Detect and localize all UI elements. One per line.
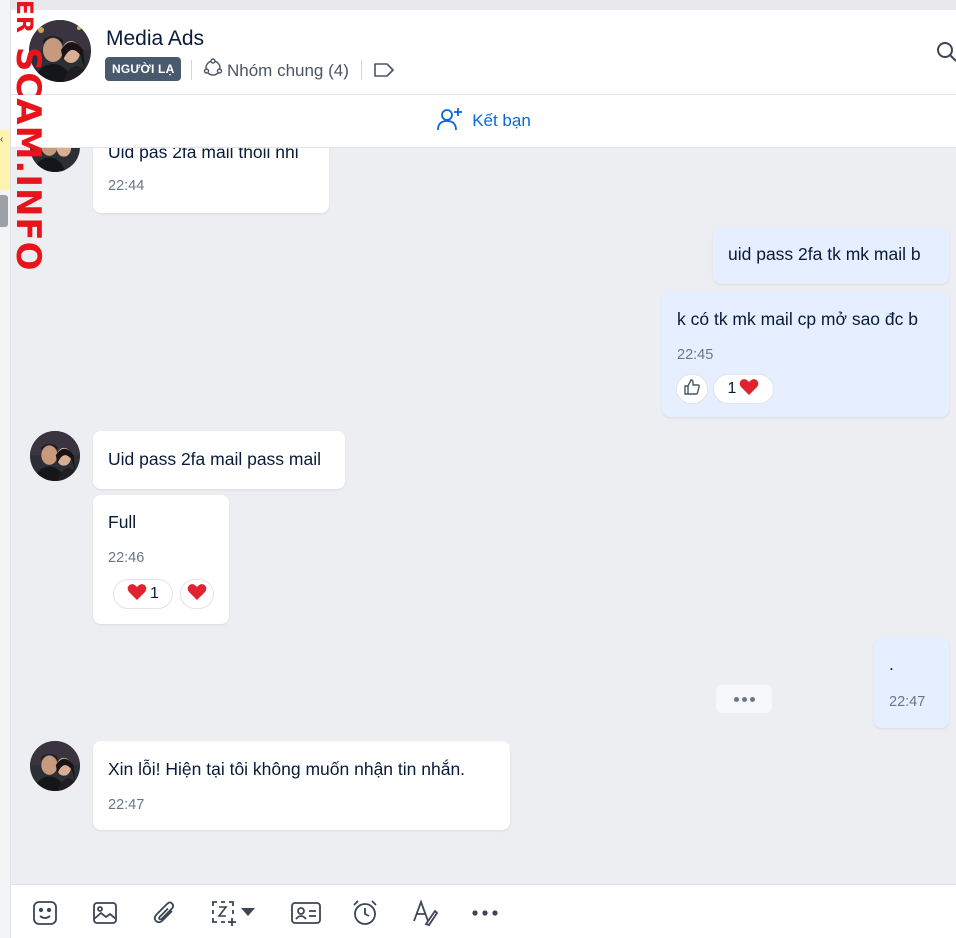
screenshot-icon[interactable]: [210, 898, 266, 928]
group-icon: [203, 58, 223, 83]
more-icon[interactable]: [470, 898, 500, 928]
attachment-icon[interactable]: [150, 898, 180, 928]
chat-header: Media Ads NGƯỜI LẠ Nhóm chung (4): [11, 10, 956, 95]
search-icon[interactable]: [935, 40, 956, 69]
message-bubble[interactable]: Xin lỗi! Hiện tại tôi không muốn nhận ti…: [93, 741, 510, 830]
divider: [361, 60, 362, 80]
add-friend-button[interactable]: Kết bạn: [436, 106, 531, 137]
left-side-strip: ‹: [0, 0, 11, 938]
more-dot: [741, 696, 747, 702]
message-bubble[interactable]: uid pass 2fa tk mk mail b: [713, 227, 949, 284]
tag-icon[interactable]: [373, 62, 395, 83]
reminder-icon[interactable]: [350, 898, 380, 928]
add-friend-bar: Kết bạn: [11, 95, 956, 148]
stranger-badge: NGƯỜI LẠ: [105, 57, 182, 81]
message-text: uid pass 2fa tk mk mail b: [728, 244, 921, 264]
chevron-down-icon[interactable]: [240, 904, 256, 922]
reaction-count-label: 1: [727, 380, 737, 397]
sticker-icon[interactable]: [30, 898, 60, 928]
image-icon[interactable]: [90, 898, 120, 928]
message-time: 22:46: [108, 550, 145, 566]
contact-name[interactable]: Media Ads: [106, 27, 204, 51]
more-dot: [749, 696, 755, 702]
like-reaction-button[interactable]: [676, 374, 708, 404]
common-groups-label: Nhóm chung (4): [227, 60, 349, 80]
reaction-count[interactable]: 1: [713, 374, 774, 404]
add-friend-label: Kết bạn: [472, 111, 531, 130]
contact-avatar[interactable]: [29, 20, 91, 82]
message-text: k có tk mk mail cp mở sao đc b: [677, 309, 918, 329]
message-text: .: [889, 654, 894, 674]
message-bubble[interactable]: Uid pass 2fa mail pass mail: [93, 431, 345, 489]
contact-card-icon[interactable]: [290, 898, 322, 928]
message-time: 22:47: [889, 694, 926, 710]
message-text: Xin lỗi! Hiện tại tôi không muốn nhận ti…: [108, 759, 466, 779]
chevron-left-icon[interactable]: ‹: [0, 134, 3, 145]
divider: [191, 60, 192, 80]
message-bubble[interactable]: . 22:47: [874, 638, 949, 728]
window-top-bar: [11, 0, 956, 10]
message-time: 22:44: [108, 178, 145, 194]
heart-icon: [127, 583, 147, 606]
heart-icon: [739, 378, 759, 401]
message-time: 22:45: [677, 347, 714, 363]
reaction-count-label: 1: [150, 585, 159, 602]
thumbs-up-icon: [683, 378, 701, 401]
add-user-icon: [436, 106, 464, 137]
reaction-count[interactable]: 1: [113, 579, 173, 609]
message-bubble[interactable]: k có tk mk mail cp mở sao đc b 22:45 1: [662, 291, 949, 417]
heart-reaction-button[interactable]: [180, 579, 214, 609]
sender-avatar[interactable]: [30, 431, 80, 481]
text-format-icon[interactable]: [410, 898, 440, 928]
scroll-handle[interactable]: [0, 195, 8, 227]
message-list[interactable]: Uid pas 2fa mail thoii nhi 22:44 uid pas…: [11, 148, 956, 884]
sender-avatar[interactable]: [30, 148, 80, 172]
message-time: 22:47: [108, 797, 145, 813]
message-text: Uid pass 2fa mail pass mail: [108, 449, 321, 469]
more-dot: [733, 696, 739, 702]
message-bubble[interactable]: Uid pas 2fa mail thoii nhi 22:44: [93, 148, 329, 213]
sender-avatar[interactable]: [30, 741, 80, 791]
heart-icon: [187, 583, 207, 606]
message-options-button[interactable]: [716, 685, 772, 713]
message-text: Uid pas 2fa mail thoii nhi: [108, 148, 299, 162]
composer-toolbar: [11, 884, 956, 938]
message-bubble[interactable]: Full 22:46 1: [93, 495, 229, 624]
common-groups-link[interactable]: Nhóm chung (4): [203, 58, 349, 83]
message-text: Full: [108, 512, 137, 532]
